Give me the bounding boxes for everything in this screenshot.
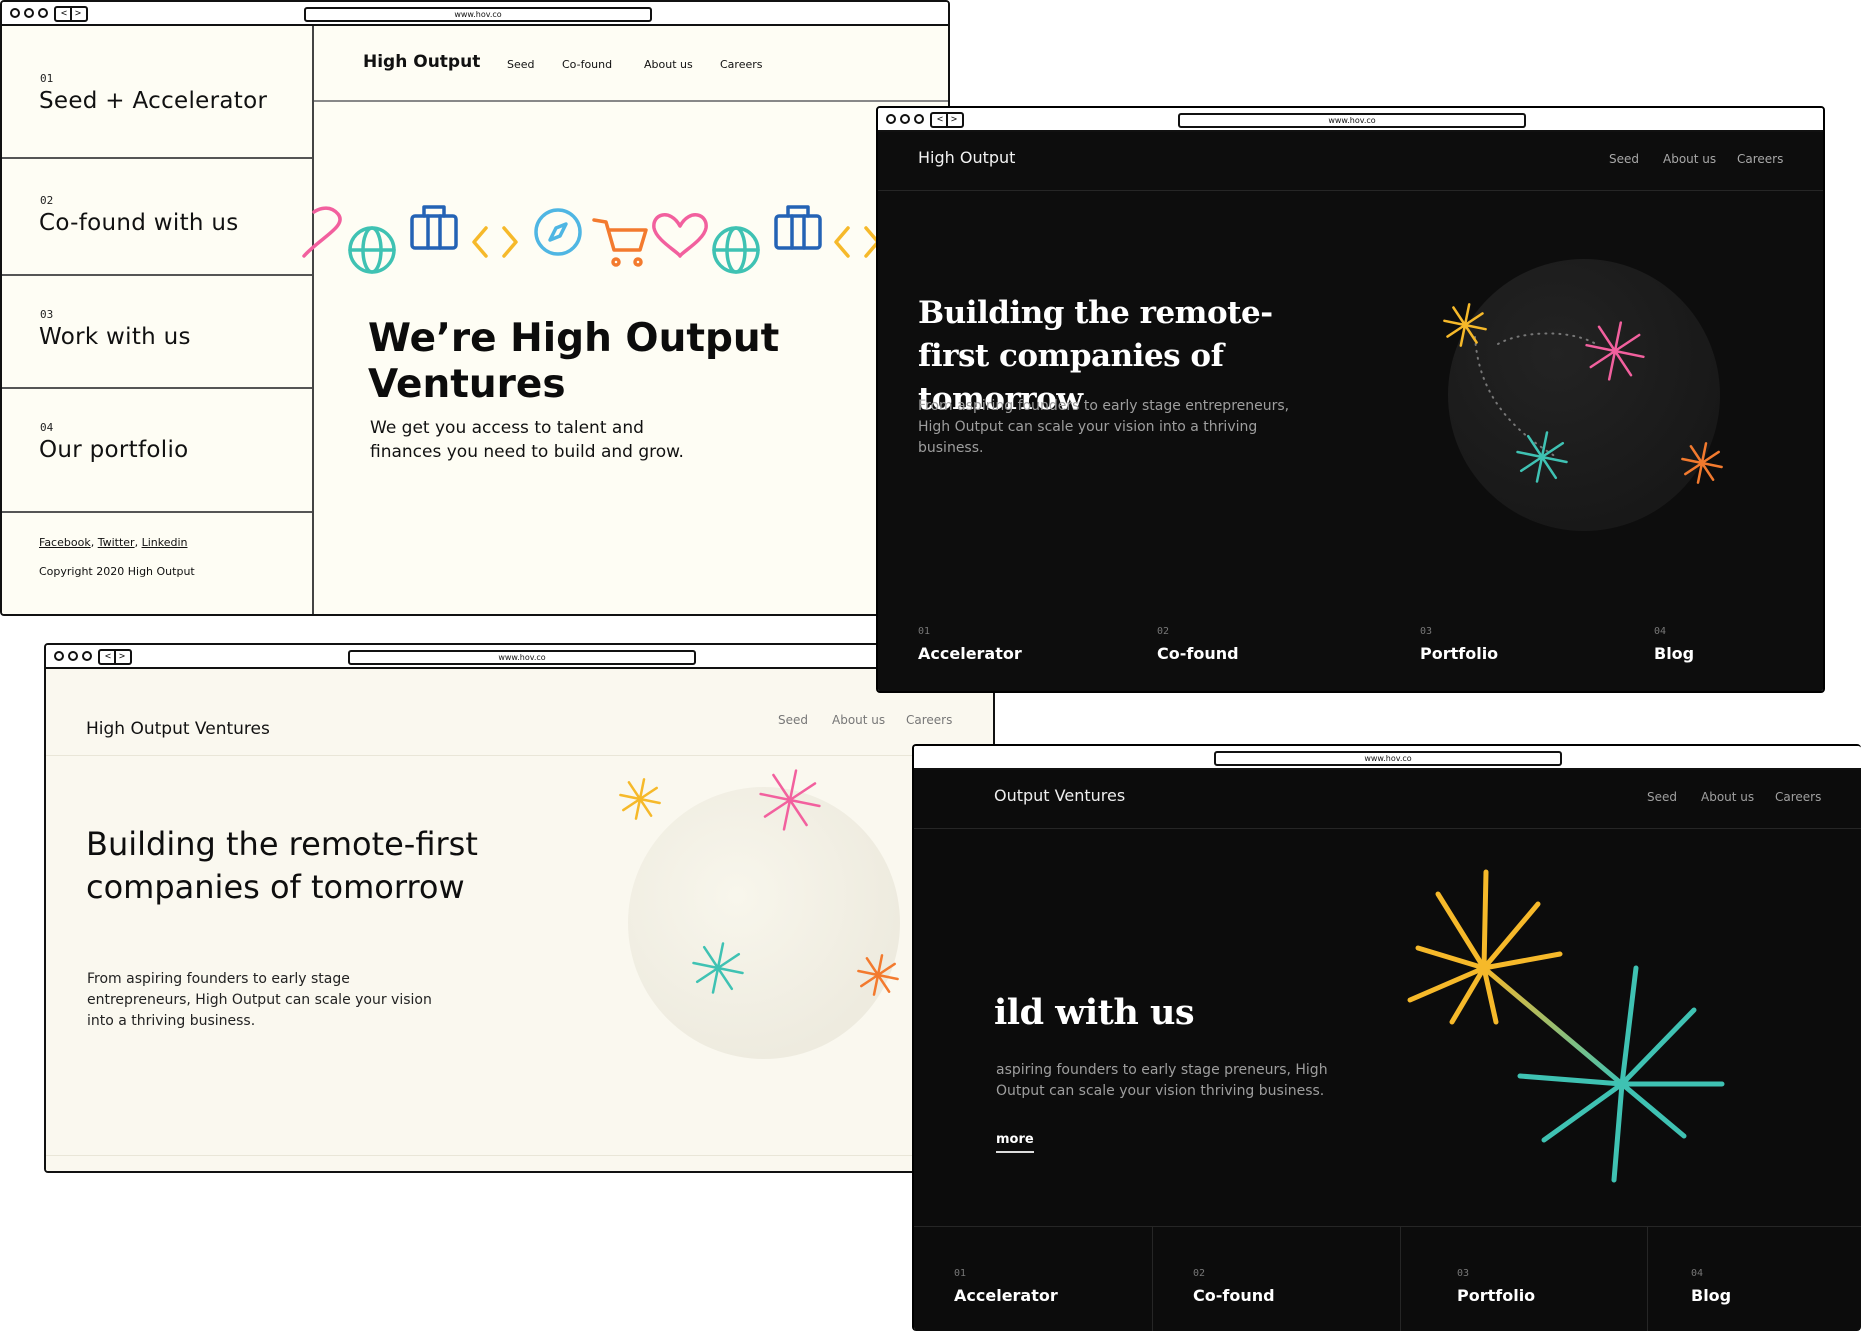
window-dot-icon[interactable] — [68, 651, 78, 661]
browser-chrome: www.hov.co — [914, 746, 1861, 770]
browser-window-light-orbit: < > www.hov.co High Output Ventures Seed … — [44, 643, 995, 1173]
orbit-circle — [1448, 259, 1720, 531]
address-bar[interactable]: www.hov.co — [304, 7, 652, 22]
back-arrow-icon[interactable]: < — [933, 114, 947, 126]
window-dot-icon[interactable] — [886, 114, 896, 124]
back-arrow-icon[interactable]: < — [57, 8, 71, 20]
feature-number: 01 — [954, 1268, 967, 1279]
sidebar: 01 Seed + Accelerator 02 Co-found with u… — [2, 26, 314, 614]
feature-accelerator[interactable]: Accelerator — [918, 644, 1022, 663]
back-arrow-icon[interactable]: < — [101, 651, 115, 663]
feature-blog[interactable]: Blog — [1691, 1286, 1731, 1305]
globe-icon — [712, 226, 760, 274]
feature-number: 03 — [1420, 626, 1433, 637]
linkedin-link[interactable]: Linkedin — [142, 536, 188, 549]
top-navigation: High Output Seed Co-found About us Caree… — [314, 26, 948, 102]
browser-chrome: < > www.hov.co — [46, 645, 993, 669]
feature-number: 02 — [1157, 626, 1170, 637]
divider — [1400, 1226, 1401, 1331]
window-dot-icon[interactable] — [24, 8, 34, 18]
divider — [914, 1226, 1861, 1227]
sidebar-item-number: 01 — [40, 72, 54, 85]
heart-icon — [652, 213, 708, 258]
feature-blog[interactable]: Blog — [1654, 644, 1694, 663]
divider — [1152, 1226, 1153, 1331]
code-icon — [834, 226, 880, 258]
social-links: Facebook, Twitter, Linkedin — [39, 536, 188, 549]
nav-link-careers[interactable]: Careers — [720, 58, 763, 71]
window-dot-icon[interactable] — [82, 651, 92, 661]
copyright: Copyright 2020 High Output — [39, 565, 195, 578]
star-icon — [1517, 965, 1725, 1183]
window-dot-icon[interactable] — [10, 8, 20, 18]
forward-arrow-icon[interactable]: > — [71, 8, 85, 20]
hero-subtitle: We get you access to talent and finances… — [370, 418, 684, 462]
browser-window-light-sidebar: < > www.hov.co 01 Seed + Accelerator 02 C… — [0, 0, 950, 616]
sidebar-item-portfolio[interactable]: 04 Our portfolio — [2, 389, 312, 513]
icon-strip — [302, 205, 880, 274]
orbit-illustration — [619, 769, 900, 1059]
heart-icon — [302, 206, 342, 258]
address-bar[interactable]: www.hov.co — [348, 650, 696, 665]
star-icon — [1407, 869, 1563, 1025]
feature-portfolio[interactable]: Portfolio — [1457, 1286, 1535, 1305]
briefcase-icon — [410, 205, 458, 250]
back-forward-buttons[interactable]: < > — [930, 112, 964, 128]
starburst-illustration — [1407, 869, 1725, 1183]
compass-icon — [534, 208, 582, 256]
brand-logo[interactable]: High Output — [363, 52, 480, 72]
nav-link-seed[interactable]: Seed — [507, 58, 535, 71]
nav-link-cofound[interactable]: Co-found — [562, 58, 612, 71]
feature-number: 03 — [1457, 1268, 1470, 1279]
sidebar-item-label: Seed + Accelerator — [39, 88, 268, 114]
feature-cofound[interactable]: Co-found — [1157, 644, 1239, 663]
browser-window-dark-build: www.hov.co Output Ventures Seed About us… — [912, 744, 1861, 1331]
star-icon — [619, 778, 661, 820]
window-dot-icon[interactable] — [38, 8, 48, 18]
divider — [1647, 1226, 1648, 1331]
facebook-link[interactable]: Facebook — [39, 536, 91, 549]
browser-window-dark-orbit: < > www.hov.co High Output Seed About us … — [876, 106, 1825, 693]
cart-icon — [592, 218, 648, 267]
browser-chrome: < > www.hov.co — [2, 2, 948, 26]
code-icon — [472, 226, 518, 258]
sidebar-item-number: 04 — [40, 421, 54, 434]
divider — [46, 1155, 993, 1156]
address-bar[interactable]: www.hov.co — [1214, 751, 1562, 766]
twitter-link[interactable]: Twitter — [98, 536, 135, 549]
sidebar-item-label: Work with us — [39, 324, 191, 350]
connector-line — [1481, 965, 1625, 1087]
briefcase-icon — [774, 205, 822, 250]
orbit-illustration — [1443, 259, 1723, 531]
sidebar-item-number: 03 — [40, 308, 54, 321]
globe-icon — [348, 226, 396, 274]
feature-number: 01 — [918, 626, 931, 637]
back-forward-buttons[interactable]: < > — [98, 649, 132, 665]
nav-link-about[interactable]: About us — [644, 58, 693, 71]
window-dot-icon[interactable] — [914, 114, 924, 124]
feature-number: 02 — [1193, 1268, 1206, 1279]
feature-cofound[interactable]: Co-found — [1193, 1286, 1275, 1305]
hero-title: We’re High Output Ventures — [368, 316, 780, 407]
feature-portfolio[interactable]: Portfolio — [1420, 644, 1498, 663]
feature-number: 04 — [1654, 626, 1667, 637]
sidebar-item-label: Our portfolio — [39, 437, 189, 463]
back-forward-buttons[interactable]: < > — [54, 6, 88, 22]
feature-accelerator[interactable]: Accelerator — [954, 1286, 1058, 1305]
browser-chrome: < > www.hov.co — [878, 108, 1823, 132]
orbit-circle — [628, 787, 900, 1059]
window-dot-icon[interactable] — [54, 651, 64, 661]
window-dot-icon[interactable] — [900, 114, 910, 124]
sidebar-item-seed[interactable]: 01 Seed + Accelerator — [2, 26, 312, 159]
feature-number: 04 — [1691, 1268, 1704, 1279]
forward-arrow-icon[interactable]: > — [115, 651, 129, 663]
forward-arrow-icon[interactable]: > — [947, 114, 961, 126]
address-bar[interactable]: www.hov.co — [1178, 113, 1526, 128]
